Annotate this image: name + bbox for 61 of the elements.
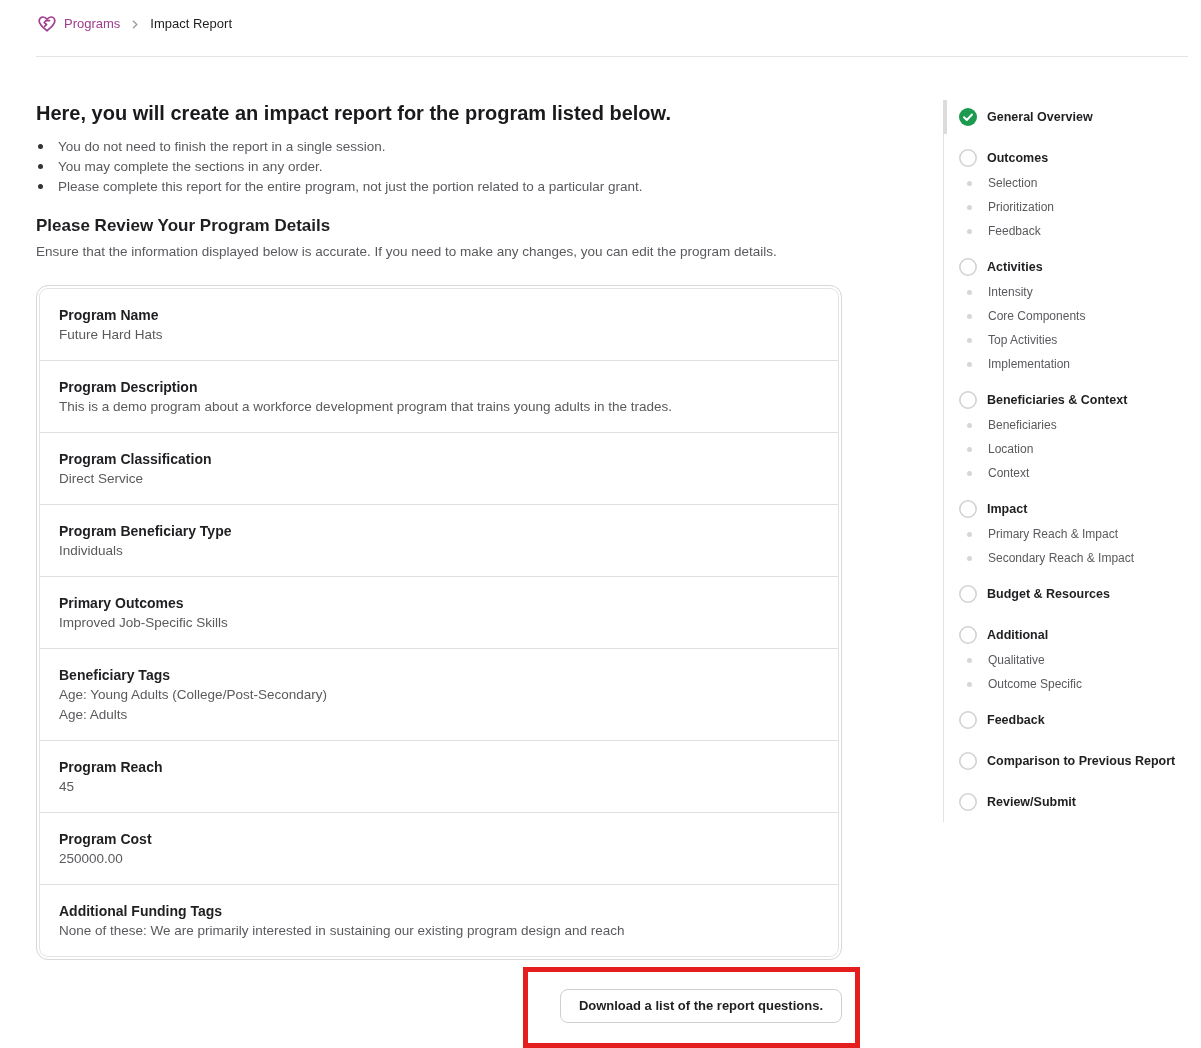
chevron-right-icon — [132, 19, 139, 29]
detail-value: Improved Job-Specific Skills — [59, 614, 228, 632]
detail-value: Age: Adults — [59, 706, 128, 724]
dot-icon — [966, 204, 972, 210]
detail-value: 250000.00 — [59, 850, 123, 868]
substep-link[interactable]: Prioritization — [944, 195, 1201, 219]
dot-icon — [966, 531, 972, 537]
detail-value: 45 — [59, 778, 75, 796]
detail-value: Future Hard Hats — [59, 326, 163, 344]
bullet-text: You do not need to finish the report in a single session. — [58, 138, 386, 154]
dot-icon — [966, 657, 972, 663]
dot-icon — [966, 681, 972, 687]
detail-label: Additional Funding Tags — [59, 902, 223, 921]
substep-link[interactable]: Core Components — [944, 304, 1201, 328]
download-button[interactable]: Download a list of the report questions. — [559, 989, 842, 1023]
dot-icon — [966, 470, 972, 476]
bullet-icon — [38, 183, 43, 189]
dot-icon — [966, 313, 972, 319]
detail-label: Program Cost — [59, 830, 152, 849]
detail-label: Beneficiary Tags — [59, 666, 170, 685]
bullet-text: Please complete this report for the entire program, not just the portion related to a particular grant. — [58, 178, 643, 194]
dot-icon — [966, 228, 972, 234]
breadcrumb-link[interactable]: Programs — [64, 14, 121, 34]
step-link[interactable]: Budget & Resources — [943, 577, 1201, 611]
substep-link[interactable]: Secondary Reach & Impact — [944, 546, 1201, 570]
section-heading: Please Review Your Program Details — [36, 215, 332, 237]
detail-label: Program Name — [59, 306, 159, 325]
detail-label: Program Classification — [59, 450, 212, 469]
bullet-text: You may complete the sections in any order. — [58, 158, 323, 174]
bullet-icon — [38, 143, 43, 149]
page-heading: Here, you will create an impact report for the program listed below. — [36, 101, 672, 126]
detail-value: None of these: We are primarily interested in sustaining our existing program design and reach — [59, 922, 625, 940]
detail-value: This is a demo program about a workforce development program that trains young adults in the trades. — [59, 398, 673, 416]
dot-icon — [966, 180, 972, 186]
detail-label: Program Description — [59, 378, 198, 397]
dot-icon — [966, 422, 972, 428]
section-description: Ensure that the information displayed below is accurate. If you need to make any changes, you can edit the program details. — [36, 243, 778, 261]
substep-link[interactable]: Top Activities — [944, 328, 1201, 352]
substep-link[interactable]: Outcome Specific — [944, 672, 1201, 696]
detail-label: Program Beneficiary Type — [59, 522, 232, 541]
detail-value: Direct Service — [59, 470, 144, 488]
heart-logo-icon — [38, 16, 56, 32]
bullet-icon — [38, 163, 43, 169]
step-link[interactable]: Review/Submit — [943, 785, 1201, 819]
detail-label: Primary Outcomes — [59, 594, 184, 613]
step-link[interactable]: General Overview — [943, 100, 1201, 134]
dot-icon — [966, 361, 972, 367]
step-link[interactable]: Feedback — [943, 703, 1201, 737]
detail-value: Individuals — [59, 542, 123, 560]
dot-icon — [966, 337, 972, 343]
step-link[interactable]: Comparison to Previous Report — [943, 744, 1201, 778]
substep-link[interactable]: Context — [944, 461, 1201, 485]
detail-value: Age: Young Adults (College/Post-Secondary) — [59, 686, 327, 704]
dot-icon — [966, 446, 972, 452]
dot-icon — [966, 555, 972, 561]
breadcrumb-current: Impact Report — [150, 15, 232, 33]
substep-link[interactable]: Feedback — [944, 219, 1201, 243]
substep-link[interactable]: Implementation — [944, 352, 1201, 376]
substep-link[interactable]: Location — [944, 437, 1201, 461]
detail-label: Program Reach — [59, 758, 163, 777]
dot-icon — [966, 289, 972, 295]
